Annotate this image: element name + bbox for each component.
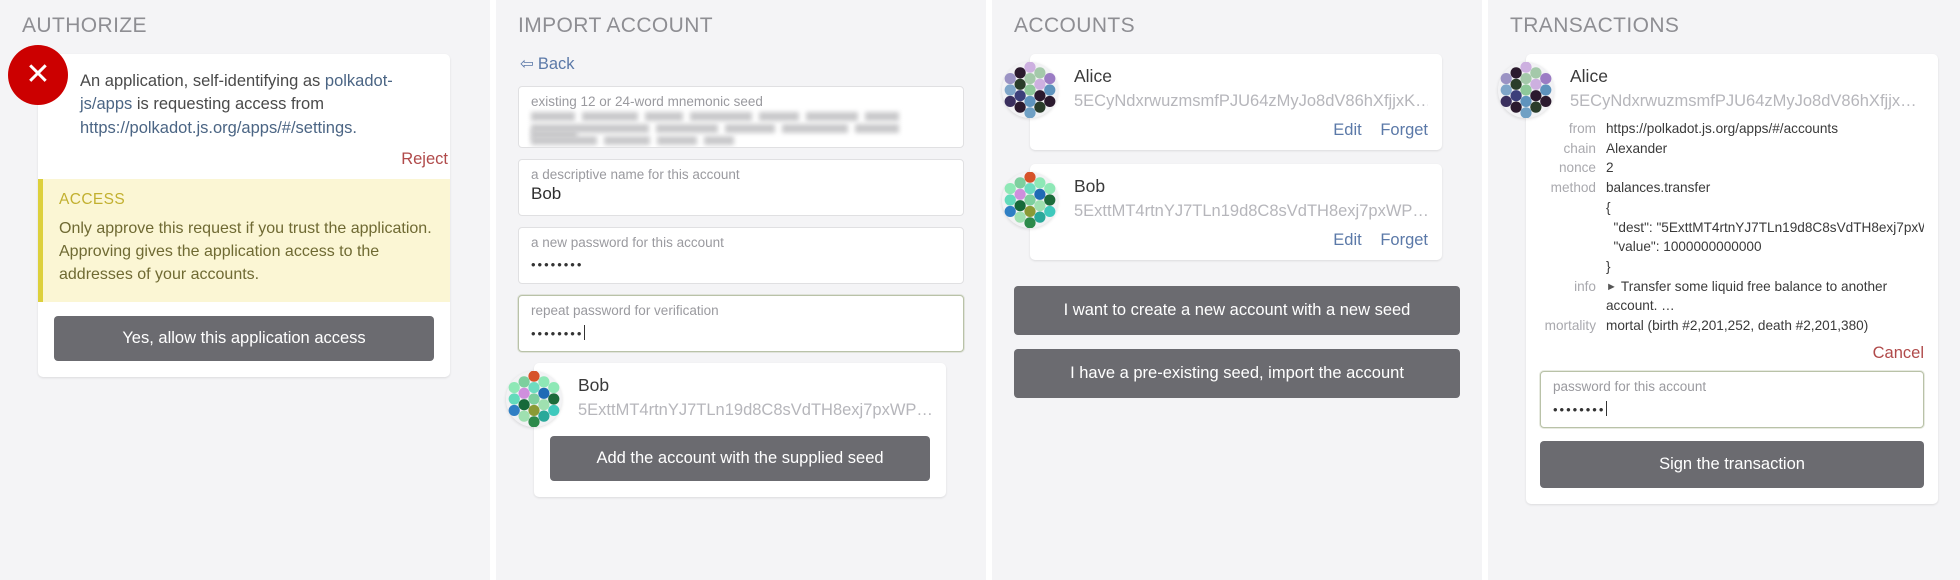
- text-caret: [1606, 400, 1608, 416]
- import-action-row: Add the account with the supplied seed: [534, 430, 946, 497]
- text-caret: [584, 325, 586, 340]
- info-text: Transfer some liquid free balance to ano…: [1606, 278, 1888, 314]
- new-password-label: a new password for this account: [531, 235, 724, 250]
- account-address: 5ExttMT4rtnYJ7TLn19d8C8sVdTH8exj7pxWP…: [1074, 202, 1428, 220]
- repeat-password-label: repeat password for verification: [531, 303, 719, 318]
- detail-value: Alexander: [1606, 140, 1668, 156]
- access-warning-box: ACCESS Only approve this request if you …: [38, 179, 450, 303]
- table-row: mortality mortal (birth #2,201,252, deat…: [1538, 316, 1924, 336]
- detail-value: balances.transfer { "dest": "5ExttMT4rtn…: [1606, 178, 1924, 277]
- account-address: 5ECyNdxrwuzmsmfPJU64zMyJo8dV86hXfjjxK…: [1074, 92, 1428, 110]
- identicon-alice-transaction: [1498, 62, 1554, 118]
- import-preview-account: Bob 5ExttMT4rtnYJ7TLn19d8C8sVdTH8exj7pxW…: [506, 363, 946, 430]
- mnemonic-seed-label: existing 12 or 24-word mnemonic seed: [531, 94, 763, 109]
- account-name-field[interactable]: a descriptive name for this account Bob: [518, 159, 964, 216]
- accounts-action-buttons: I want to create a new account with a ne…: [1014, 286, 1460, 398]
- page-title-transactions: TRANSACTIONS: [1510, 14, 1680, 37]
- cancel-transaction-button[interactable]: Cancel: [1526, 336, 1938, 369]
- sign-transaction-button[interactable]: Sign the transaction: [1540, 440, 1924, 488]
- authorize-text-mid: is requesting access from: [132, 95, 324, 114]
- back-link-label: Back: [537, 55, 575, 73]
- detail-key: mortality: [1544, 318, 1596, 334]
- edit-account-button[interactable]: Edit: [1333, 231, 1361, 249]
- panel-import-account: IMPORT ACCOUNT ⇦ Back existing 12 or 24-w…: [496, 0, 986, 580]
- transaction-password-label: password for this account: [1553, 378, 1707, 394]
- table-row: info ► Transfer some liquid free balance …: [1538, 277, 1924, 316]
- transaction-details-table: from https://polkadot.js.org/apps/#/acco…: [1526, 117, 1938, 336]
- detail-key: nonce: [1558, 160, 1596, 176]
- authorize-action-row: Yes, allow this application access: [38, 302, 450, 377]
- new-password-value: ••••••••: [531, 257, 584, 272]
- mnemonic-seed-value-redacted: [531, 112, 951, 145]
- new-password-field[interactable]: a new password for this account ••••••••: [518, 227, 964, 284]
- page-title-accounts: ACCOUNTS: [1014, 14, 1136, 37]
- account-name: Bob: [1074, 176, 1106, 196]
- allow-access-button[interactable]: Yes, allow this application access: [54, 316, 434, 362]
- reject-x-icon: ✕: [8, 45, 68, 105]
- detail-value: https://polkadot.js.org/apps/#/accounts: [1606, 121, 1838, 136]
- account-name-label: a descriptive name for this account: [531, 167, 740, 182]
- table-row: method balances.transfer { "dest": "5Ext…: [1538, 178, 1924, 277]
- edit-account-button[interactable]: Edit: [1333, 121, 1361, 139]
- transaction-password-field[interactable]: password for this account ••••••••: [1540, 370, 1924, 428]
- import-preview-card: Bob 5ExttMT4rtnYJ7TLn19d8C8sVdTH8exj7pxW…: [506, 363, 946, 497]
- screen-root: AUTHORIZE ✕ An application, self-identif…: [0, 0, 1960, 580]
- panel-accounts: ACCOUNTS Alice 5ECyNdxrwuzmsmfPJU64zMyJo…: [992, 0, 1482, 580]
- account-row: Bob 5ExttMT4rtnYJ7TLn19d8C8sVdTH8exj7pxW…: [1002, 164, 1442, 231]
- authorize-origin-url: https://polkadot.js.org/apps/#/settings.: [80, 118, 357, 137]
- account-name: Alice: [1074, 66, 1112, 86]
- detail-key: info: [1574, 278, 1596, 294]
- transaction-account-name: Alice: [1570, 66, 1608, 86]
- detail-value[interactable]: ► Transfer some liquid free balance to an…: [1606, 277, 1924, 316]
- access-warning-title: ACCESS: [59, 191, 126, 209]
- identicon-bob: [1002, 172, 1058, 228]
- reject-button[interactable]: Reject: [38, 148, 450, 179]
- account-row: Alice 5ECyNdxrwuzmsmfPJU64zMyJo8dV86hXfj…: [1002, 54, 1442, 121]
- forget-account-button[interactable]: Forget: [1380, 121, 1428, 139]
- detail-value: 2: [1606, 160, 1614, 176]
- account-list-item-alice[interactable]: Alice 5ECyNdxrwuzmsmfPJU64zMyJo8dV86hXfj…: [1002, 54, 1442, 150]
- repeat-password-value: ••••••••: [531, 325, 586, 341]
- detail-key: from: [1568, 121, 1596, 136]
- detail-key: method: [1550, 180, 1596, 196]
- import-existing-seed-button[interactable]: I have a pre-existing seed, import the a…: [1014, 349, 1460, 398]
- identicon-alice: [1002, 62, 1058, 118]
- transaction-account-address: 5ECyNdxrwuzmsmfPJU64zMyJo8dV86hXfjjx…: [1570, 92, 1917, 110]
- method-arguments-json: { "dest": "5ExttMT4rtnYJ7TLn19d8C8sVdTH8…: [1606, 199, 1924, 274]
- authorize-text-lead: An application, self-identifying as: [80, 72, 325, 90]
- account-actions: Edit Forget: [1030, 231, 1442, 260]
- authorize-request-text: An application, self-identifying as polk…: [80, 70, 432, 140]
- table-row: chain Alexander: [1538, 139, 1924, 159]
- detail-value: mortal (birth #2,201,252, death #2,201,3…: [1606, 318, 1869, 334]
- back-link[interactable]: ⇦ Back: [520, 54, 964, 74]
- method-name: balances.transfer: [1606, 180, 1711, 196]
- import-preview-address: 5ExttMT4rtnYJ7TLn19d8C8sVdTH8exj7pxWP…: [578, 401, 932, 419]
- panel-transactions: TRANSACTIONS Alice 5ECyNdxrwuzmsmfPJU64z…: [1488, 0, 1960, 580]
- page-title-import-account: IMPORT ACCOUNT: [518, 14, 714, 37]
- table-row: nonce 2: [1538, 158, 1924, 178]
- add-account-button[interactable]: Add the account with the supplied seed: [550, 436, 930, 481]
- identicon-bob-preview: [506, 371, 562, 427]
- table-row: from https://polkadot.js.org/apps/#/acco…: [1538, 119, 1924, 139]
- transaction-password-value: ••••••••: [1553, 400, 1608, 417]
- import-preview-name: Bob: [578, 375, 610, 395]
- account-name-value: Bob: [531, 184, 562, 203]
- transaction-account-header: Alice 5ECyNdxrwuzmsmfPJU64zMyJo8dV86hXfj…: [1498, 54, 1938, 118]
- access-warning-body: Only approve this request if you trust t…: [59, 220, 432, 283]
- back-arrow-icon: ⇦: [520, 55, 534, 73]
- authorize-request-card: ✕ An application, self-identifying as po…: [8, 45, 450, 378]
- page-title-authorize: AUTHORIZE: [22, 14, 147, 37]
- account-actions: Edit Forget: [1030, 121, 1442, 150]
- detail-key: chain: [1563, 140, 1597, 156]
- forget-account-button[interactable]: Forget: [1380, 231, 1428, 249]
- repeat-password-field[interactable]: repeat password for verification •••••••…: [518, 295, 964, 352]
- expand-triangle-icon[interactable]: ►: [1606, 280, 1617, 296]
- create-new-account-button[interactable]: I want to create a new account with a ne…: [1014, 286, 1460, 335]
- authorize-request-body: ✕ An application, self-identifying as po…: [8, 45, 450, 148]
- panel-authorize: AUTHORIZE ✕ An application, self-identif…: [0, 0, 490, 580]
- account-list-item-bob[interactable]: Bob 5ExttMT4rtnYJ7TLn19d8C8sVdTH8exj7pxW…: [1002, 164, 1442, 260]
- transaction-card: Alice 5ECyNdxrwuzmsmfPJU64zMyJo8dV86hXfj…: [1498, 54, 1938, 504]
- transaction-sign-form: password for this account •••••••• Sign …: [1526, 369, 1938, 504]
- mnemonic-seed-field[interactable]: existing 12 or 24-word mnemonic seed: [518, 86, 964, 148]
